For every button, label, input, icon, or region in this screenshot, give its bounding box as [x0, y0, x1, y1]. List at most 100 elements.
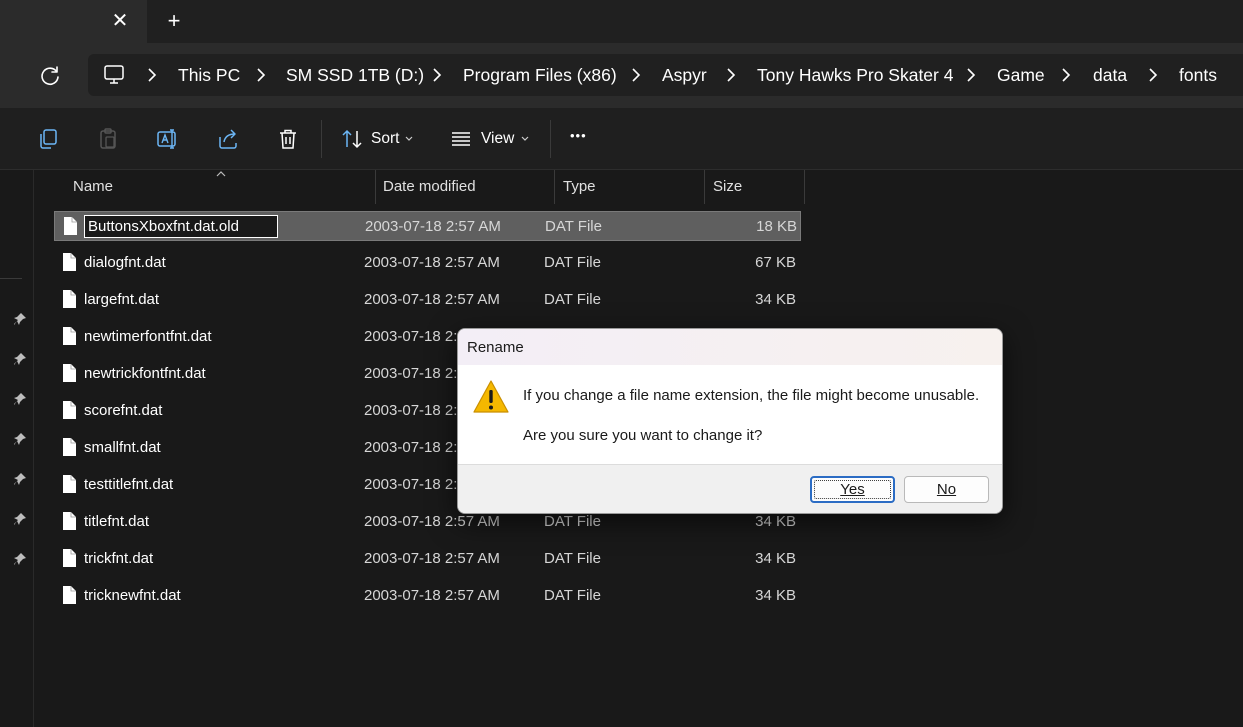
- file-icon: [62, 363, 77, 383]
- file-icon: [63, 216, 78, 236]
- breadcrumb-program-files[interactable]: Program Files (x86): [463, 54, 617, 96]
- sort-button[interactable]: Sort: [371, 130, 399, 148]
- file-name: newtrickfontfnt.dat: [84, 365, 206, 382]
- file-name: dialogfnt.dat: [84, 254, 166, 271]
- file-row[interactable]: trickfnt.dat 2003-07-18 2:57 AM DAT File 34…: [54, 544, 801, 574]
- pin-icon: [14, 313, 26, 325]
- file-date: 2003-07-18 2:57 AM: [364, 254, 500, 271]
- chevron-right-icon[interactable]: [1060, 67, 1072, 83]
- file-size: 34 KB: [755, 587, 796, 604]
- file-icon: [62, 585, 77, 605]
- sort-icon[interactable]: [340, 127, 364, 151]
- breadcrumb-fonts[interactable]: fonts: [1179, 54, 1217, 96]
- chevron-right-icon[interactable]: [725, 67, 737, 83]
- file-name: scorefnt.dat: [84, 402, 163, 419]
- file-icon: [62, 474, 77, 494]
- close-tab-button[interactable]: ✕: [108, 9, 132, 33]
- dialog-title: Rename: [467, 339, 524, 356]
- view-icon[interactable]: [449, 127, 473, 151]
- file-icon: [62, 252, 77, 272]
- chevron-down-icon[interactable]: [521, 136, 529, 142]
- breadcrumb-aspyr[interactable]: Aspyr: [662, 54, 707, 96]
- file-icon: [62, 548, 77, 568]
- file-type: DAT File: [544, 587, 601, 604]
- rename-field[interactable]: ButtonsXboxfnt.dat.old: [84, 215, 278, 238]
- column-header-type[interactable]: Type: [555, 170, 705, 204]
- yes-button-label: Yes: [840, 481, 865, 498]
- chevron-right-icon[interactable]: [146, 67, 158, 83]
- file-icon: [62, 289, 77, 309]
- file-row[interactable]: largefnt.dat 2003-07-18 2:57 AM DAT File 34…: [54, 285, 801, 315]
- rename-icon[interactable]: [156, 127, 180, 151]
- chevron-down-icon[interactable]: [405, 136, 413, 142]
- column-header-size[interactable]: Size: [705, 170, 805, 204]
- file-icon: [62, 437, 77, 457]
- no-button[interactable]: No: [904, 476, 989, 503]
- file-size: 67 KB: [755, 254, 796, 271]
- dialog-message: If you change a file name extension, the…: [523, 387, 980, 404]
- file-type: DAT File: [544, 291, 601, 308]
- pin-icon: [14, 473, 26, 485]
- file-row[interactable]: ButtonsXboxfnt.dat.old 2003-07-18 2:57 AM…: [54, 211, 801, 241]
- file-row[interactable]: tricknewfnt.dat 2003-07-18 2:57 AM DAT Fil…: [54, 581, 801, 611]
- command-bar: Sort View •••: [0, 108, 1243, 170]
- column-header-date[interactable]: Date modified: [375, 170, 555, 204]
- pin-icon: [14, 513, 26, 525]
- refresh-icon[interactable]: [36, 62, 64, 90]
- warning-icon: [473, 380, 509, 413]
- file-date: 2003-07-18 2:57 AM: [364, 550, 500, 567]
- command-separator: [550, 120, 551, 158]
- no-button-label: No: [936, 481, 957, 498]
- file-size: 18 KB: [756, 218, 797, 235]
- pin-icon: [14, 553, 26, 565]
- chevron-right-icon[interactable]: [965, 67, 977, 83]
- share-icon[interactable]: [216, 127, 240, 151]
- file-name: tricknewfnt.dat: [84, 587, 181, 604]
- navigation-pane[interactable]: [0, 170, 34, 727]
- more-options-button[interactable]: •••: [570, 128, 587, 143]
- yes-button[interactable]: Yes: [810, 476, 895, 503]
- file-name: newtimerfontfnt.dat: [84, 328, 212, 345]
- paste-icon[interactable]: [96, 127, 120, 151]
- command-separator: [321, 120, 322, 158]
- file-date: 2003-07-18 2:57 AM: [364, 587, 500, 604]
- breadcrumb-this-pc[interactable]: This PC: [178, 54, 240, 96]
- breadcrumb-game[interactable]: Game: [997, 54, 1045, 96]
- dialog-title-bar[interactable]: Rename: [458, 329, 1002, 365]
- file-type: DAT File: [544, 550, 601, 567]
- pin-icon: [14, 393, 26, 405]
- address-row: This PC SM SSD 1TB (D:) Program Files (x…: [0, 43, 1243, 108]
- dialog-footer: Yes No: [458, 464, 1002, 513]
- view-button[interactable]: View: [481, 130, 514, 148]
- dialog-question: Are you sure you want to change it?: [523, 427, 763, 444]
- file-name: trickfnt.dat: [84, 550, 154, 567]
- file-row[interactable]: dialogfnt.dat 2003-07-18 2:57 AM DAT File 6…: [54, 248, 801, 278]
- file-name: largefnt.dat: [84, 291, 160, 308]
- tab-strip: ✕ +: [0, 0, 1243, 43]
- column-header-name[interactable]: Name: [65, 170, 376, 204]
- chevron-right-icon[interactable]: [255, 67, 267, 83]
- tab-current[interactable]: ✕: [0, 0, 147, 43]
- file-name: testtitlefnt.dat: [84, 476, 174, 493]
- breadcrumb-drive[interactable]: SM SSD 1TB (D:): [286, 54, 424, 96]
- chevron-right-icon[interactable]: [431, 67, 443, 83]
- delete-icon[interactable]: [276, 127, 300, 151]
- file-size: 34 KB: [755, 550, 796, 567]
- chevron-right-icon[interactable]: [1147, 67, 1159, 83]
- new-tab-button[interactable]: +: [162, 9, 186, 33]
- copy-icon[interactable]: [36, 127, 60, 151]
- file-icon: [62, 511, 77, 531]
- rename-dialog: Rename If you change a file name extensi…: [457, 328, 1003, 514]
- file-icon: [62, 326, 77, 346]
- breadcrumb-data[interactable]: data: [1093, 54, 1127, 96]
- this-pc-icon[interactable]: [102, 63, 126, 87]
- file-icon: [62, 400, 77, 420]
- breadcrumb-thps4[interactable]: Tony Hawks Pro Skater 4: [757, 54, 953, 96]
- nav-divider: [0, 278, 22, 279]
- address-bar[interactable]: This PC SM SSD 1TB (D:) Program Files (x…: [88, 54, 1243, 96]
- pin-icon: [14, 353, 26, 365]
- chevron-right-icon[interactable]: [630, 67, 642, 83]
- pin-icon: [14, 433, 26, 445]
- file-name: titlefnt.dat: [84, 513, 150, 530]
- file-date: 2003-07-18 2:57 AM: [365, 218, 501, 235]
